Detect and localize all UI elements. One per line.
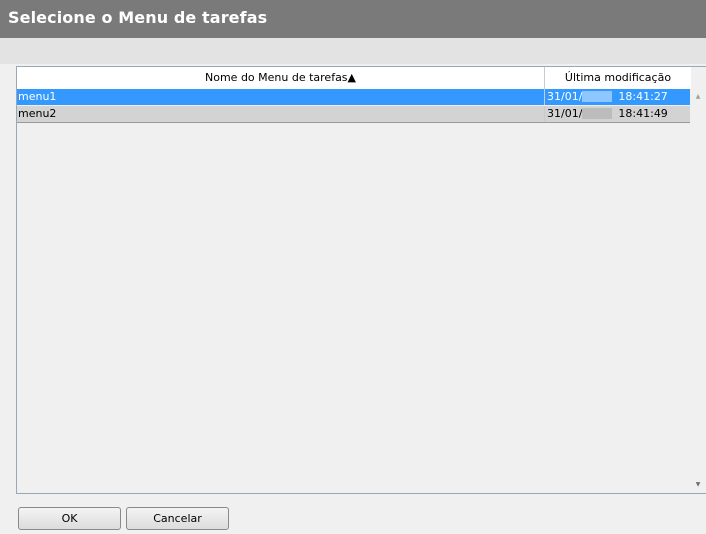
column-header-last-modified[interactable]: Última modificação <box>545 67 691 89</box>
task-menu-table[interactable]: Nome do Menu de tarefas▲ Última modifica… <box>16 66 706 494</box>
scroll-down-icon[interactable]: ▼ <box>690 480 706 490</box>
vertical-scrollbar[interactable]: ▲ ▼ <box>690 89 706 493</box>
table-header: Nome do Menu de tarefas▲ Última modifica… <box>17 67 691 90</box>
dialog-title-bar: Selecione o Menu de tarefas <box>0 0 706 38</box>
scroll-up-icon[interactable]: ▲ <box>690 92 706 102</box>
redacted-year <box>582 91 613 102</box>
ok-button[interactable]: OK <box>18 507 121 530</box>
row-time: 18:41:27 <box>618 90 668 103</box>
redacted-year <box>582 108 613 119</box>
row-date: 31/01/ <box>547 90 583 103</box>
cancel-button[interactable]: Cancelar <box>126 507 229 530</box>
row-modified: 31/01/18:41:49 <box>544 106 691 122</box>
row-name: menu2 <box>18 107 57 120</box>
table-row[interactable]: menu2 31/01/18:41:49 <box>17 106 691 123</box>
row-modified: 31/01/18:41:27 <box>544 89 691 105</box>
column-header-name[interactable]: Nome do Menu de tarefas▲ <box>17 67 544 89</box>
row-date: 31/01/ <box>547 107 583 120</box>
row-time: 18:41:49 <box>618 107 668 120</box>
table-row[interactable]: menu1 31/01/18:41:27 <box>17 89 691 105</box>
dialog-title: Selecione o Menu de tarefas <box>8 8 268 27</box>
toolbar-strip <box>0 38 706 64</box>
row-name: menu1 <box>18 90 57 103</box>
